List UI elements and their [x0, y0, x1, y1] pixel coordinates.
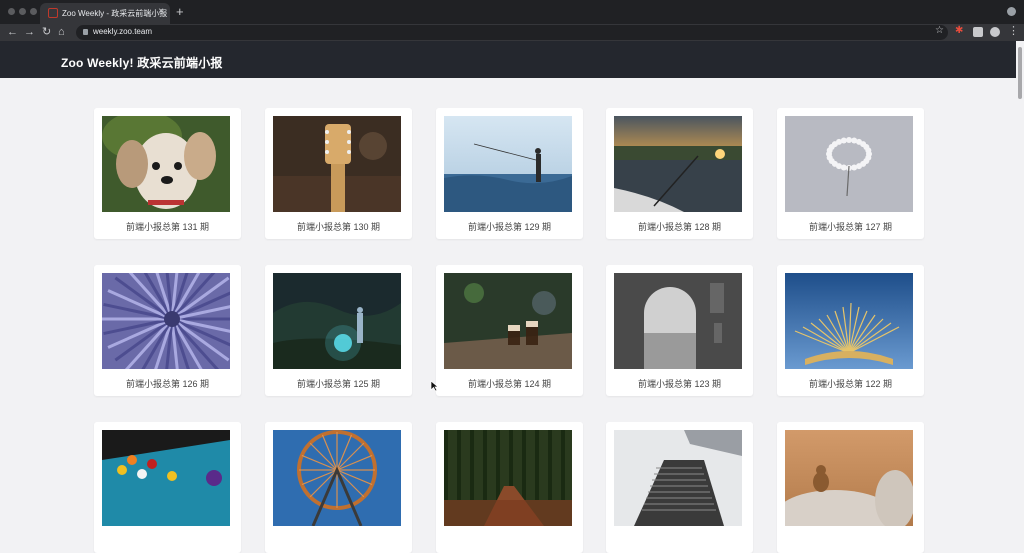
issue-cover-image[interactable]: [102, 273, 230, 369]
url-text[interactable]: weekly.zoo.team: [93, 27, 152, 36]
scrollbar-track[interactable]: [1016, 41, 1024, 529]
issue-cover-image[interactable]: [102, 116, 230, 212]
issue-cover-image[interactable]: [444, 116, 572, 212]
minimize-window-icon[interactable]: [19, 8, 26, 15]
tab-title: Zoo Weekly - 政采云前端小报: [62, 9, 168, 18]
issue-title[interactable]: 前端小报总第 128 期: [606, 220, 753, 233]
issue-card[interactable]: 前端小报总第 129 期: [436, 108, 583, 239]
close-window-icon[interactable]: [8, 8, 15, 15]
puzzle-icon[interactable]: [973, 27, 983, 37]
issue-card[interactable]: [94, 422, 241, 553]
issue-cover-image[interactable]: [614, 116, 742, 212]
issue-title[interactable]: 前端小报总第 124 期: [436, 377, 583, 390]
issue-card[interactable]: 前端小报总第 126 期: [94, 265, 241, 396]
issue-card[interactable]: 前端小报总第 123 期: [606, 265, 753, 396]
menu-icon[interactable]: ⋮: [1008, 24, 1019, 37]
issue-cover-image[interactable]: [785, 116, 913, 212]
account-window-icon[interactable]: [1007, 7, 1016, 16]
star-icon[interactable]: ☆: [935, 25, 944, 36]
issue-card[interactable]: [265, 422, 412, 553]
issue-title[interactable]: 前端小报总第 130 期: [265, 220, 412, 233]
site-header: Zoo Weekly! 政采云前端小报: [0, 41, 1024, 78]
issue-card[interactable]: [777, 422, 924, 553]
issue-card[interactable]: 前端小报总第 128 期: [606, 108, 753, 239]
address-bar[interactable]: weekly.zoo.team ☆: [76, 25, 948, 40]
issue-card[interactable]: [436, 422, 583, 553]
home-icon[interactable]: ⌂: [58, 25, 65, 40]
forward-icon[interactable]: →: [24, 25, 35, 40]
issue-cover-image[interactable]: [444, 273, 572, 369]
issue-title[interactable]: 前端小报总第 131 期: [94, 220, 241, 233]
lock-icon: [83, 29, 88, 35]
profile-icon[interactable]: [990, 27, 1000, 37]
issue-card[interactable]: 前端小报总第 130 期: [265, 108, 412, 239]
issue-card[interactable]: 前端小报总第 124 期: [436, 265, 583, 396]
issue-cover-image[interactable]: [273, 273, 401, 369]
issue-cover-image[interactable]: [102, 430, 230, 526]
issue-card[interactable]: 前端小报总第 127 期: [777, 108, 924, 239]
new-tab-button[interactable]: +: [176, 4, 184, 19]
browser-toolbar: ← → ↻ ⌂ weekly.zoo.team ☆ ✱ ⋮: [0, 24, 1024, 41]
maximize-window-icon[interactable]: [30, 8, 37, 15]
site-title[interactable]: Zoo Weekly! 政采云前端小报: [61, 54, 223, 71]
issue-card[interactable]: 前端小报总第 131 期: [94, 108, 241, 239]
issue-cover-image[interactable]: [614, 273, 742, 369]
issue-card[interactable]: 前端小报总第 125 期: [265, 265, 412, 396]
scrollbar-thumb[interactable]: [1018, 47, 1022, 99]
issue-title[interactable]: 前端小报总第 122 期: [777, 377, 924, 390]
issue-cover-image[interactable]: [273, 116, 401, 212]
issue-cover-image[interactable]: [273, 430, 401, 526]
tab-close-icon[interactable]: ×: [158, 6, 164, 17]
issue-card[interactable]: [606, 422, 753, 553]
issue-title[interactable]: 前端小报总第 125 期: [265, 377, 412, 390]
extension-icon[interactable]: ✱: [955, 25, 965, 36]
issue-card[interactable]: 前端小报总第 122 期: [777, 265, 924, 396]
back-icon[interactable]: ←: [7, 25, 18, 40]
issue-cover-image[interactable]: [785, 273, 913, 369]
issue-cover-image[interactable]: [444, 430, 572, 526]
issue-title[interactable]: 前端小报总第 127 期: [777, 220, 924, 233]
reload-icon[interactable]: ↻: [42, 25, 51, 40]
issue-cover-image[interactable]: [785, 430, 913, 526]
issue-title[interactable]: 前端小报总第 129 期: [436, 220, 583, 233]
issue-title[interactable]: 前端小报总第 123 期: [606, 377, 753, 390]
issue-cover-image[interactable]: [614, 430, 742, 526]
browser-tab[interactable]: Zoo Weekly - 政采云前端小报 ×: [40, 3, 170, 24]
issue-title[interactable]: 前端小报总第 126 期: [94, 377, 241, 390]
favicon-icon: [48, 8, 58, 18]
browser-tab-bar: Zoo Weekly - 政采云前端小报 × +: [0, 0, 1024, 24]
